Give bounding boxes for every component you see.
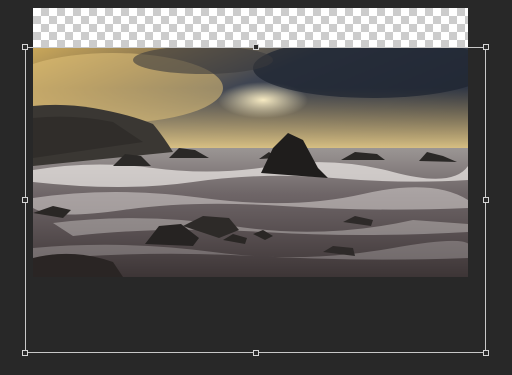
transform-handle-bottom-left[interactable] bbox=[22, 350, 28, 356]
canvas-area bbox=[0, 0, 512, 375]
seascape-photo bbox=[33, 48, 468, 277]
transform-handle-bottom-right[interactable] bbox=[483, 350, 489, 356]
transform-handle-top-right[interactable] bbox=[483, 44, 489, 50]
transform-handle-top-left[interactable] bbox=[22, 44, 28, 50]
transparent-canvas-region bbox=[33, 8, 468, 48]
transform-handle-middle-right[interactable] bbox=[483, 197, 489, 203]
seascape-image-layer[interactable] bbox=[33, 48, 468, 277]
transform-handle-top-center[interactable] bbox=[253, 44, 259, 50]
transform-handle-bottom-center[interactable] bbox=[253, 350, 259, 356]
transform-handle-middle-left[interactable] bbox=[22, 197, 28, 203]
